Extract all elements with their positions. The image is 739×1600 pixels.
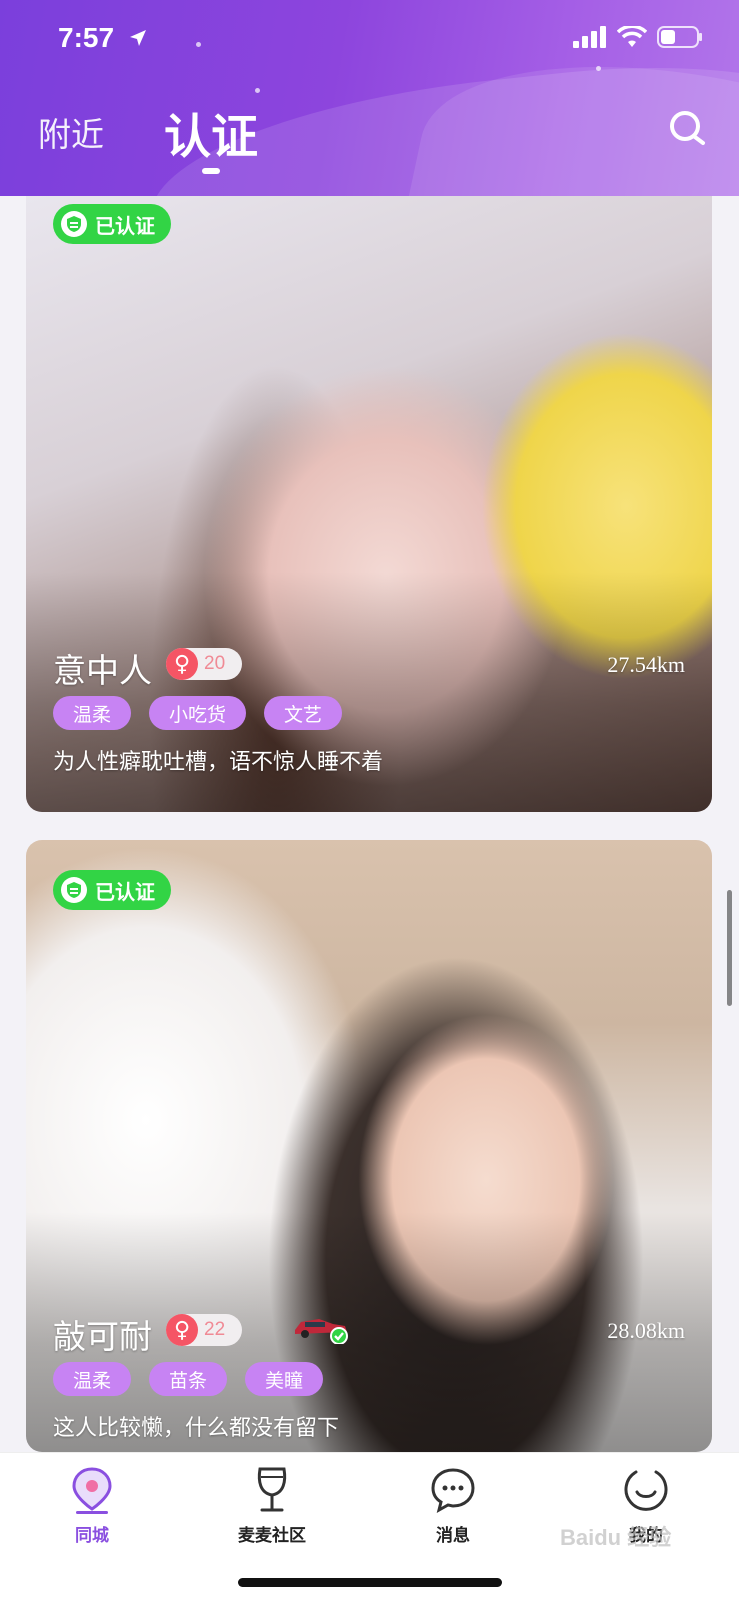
tab-verified[interactable]: 认证 xyxy=(164,98,258,167)
nav-item-same-city[interactable]: 同城 xyxy=(32,1465,152,1546)
tag-list: 温柔 小吃货 文艺 xyxy=(53,696,343,730)
tag-chip: 小吃货 xyxy=(149,696,247,730)
header-decoration-dot xyxy=(596,66,601,71)
tab-nearby[interactable]: 附近 xyxy=(38,108,104,156)
chat-bubble-icon xyxy=(431,1468,475,1513)
watermark: Baidu 经验 xyxy=(560,1525,672,1550)
gender-age-badge: ♀ 20 xyxy=(166,648,242,680)
female-icon: ♀ xyxy=(166,1314,198,1346)
header-decoration-dot xyxy=(196,42,201,47)
nav-label: 同城 xyxy=(75,1526,109,1546)
active-tab-indicator xyxy=(202,168,220,174)
car-verified-icon xyxy=(295,1319,348,1344)
verified-badge: 已认证 xyxy=(53,870,171,910)
nav-item-messages[interactable]: 消息 xyxy=(393,1465,513,1546)
profile-card[interactable]: 已认证 敲可耐 ♀ 22 28.08km 温柔 苗条 美瞳 这人比较懒，什么都没… xyxy=(26,840,712,1452)
verified-badge-label: 已认证 xyxy=(95,879,155,904)
user-name: 敲可耐 xyxy=(53,1317,152,1356)
nav-label: 消息 xyxy=(436,1526,470,1546)
tag-chip: 美瞳 xyxy=(245,1362,324,1396)
smiley-profile-icon xyxy=(624,1470,668,1511)
location-services-icon xyxy=(130,30,146,46)
tag-chip: 温柔 xyxy=(53,1362,132,1396)
age-value: 20 xyxy=(204,653,226,674)
tag-list: 温柔 苗条 美瞳 xyxy=(53,1362,324,1396)
scrollbar[interactable] xyxy=(727,890,732,1006)
location-pin-icon xyxy=(72,1467,112,1514)
shield-icon xyxy=(61,877,87,903)
shield-icon xyxy=(61,211,87,237)
status-icons xyxy=(573,26,703,48)
nav-item-community[interactable]: 麦麦社区 xyxy=(212,1465,332,1546)
top-header: 7:57 附近 认证 xyxy=(0,0,739,196)
signal-icon xyxy=(573,26,606,48)
status-time: 7:57 xyxy=(58,22,115,53)
card-overlay xyxy=(26,572,712,812)
gender-age-badge: ♀ 22 xyxy=(166,1314,242,1346)
home-indicator[interactable] xyxy=(238,1578,502,1587)
nav-label: 麦麦社区 xyxy=(238,1526,306,1546)
age-value: 22 xyxy=(204,1319,226,1340)
user-name: 意中人 xyxy=(53,651,152,690)
wifi-icon xyxy=(617,26,647,47)
search-icon[interactable] xyxy=(668,108,708,148)
wine-glass-icon xyxy=(257,1467,287,1512)
profile-card[interactable]: 已认证 意中人 ♀ 20 27.54km 温柔 小吃货 文艺 为人性癖耽吐槽，语… xyxy=(26,196,712,812)
tag-chip: 文艺 xyxy=(264,696,343,730)
distance-value: 27.54km xyxy=(607,652,685,677)
user-bio: 为人性癖耽吐槽，语不惊人睡不着 xyxy=(53,750,384,775)
female-icon: ♀ xyxy=(166,648,198,680)
tag-chip: 温柔 xyxy=(53,696,132,730)
tag-chip: 苗条 xyxy=(149,1362,228,1396)
verified-badge: 已认证 xyxy=(53,204,171,244)
verified-badge-label: 已认证 xyxy=(95,213,155,238)
distance-value: 28.08km xyxy=(607,1318,685,1343)
header-decoration-dot xyxy=(255,88,260,93)
battery-icon xyxy=(657,26,702,48)
user-bio: 这人比较懒，什么都没有留下 xyxy=(53,1416,340,1441)
